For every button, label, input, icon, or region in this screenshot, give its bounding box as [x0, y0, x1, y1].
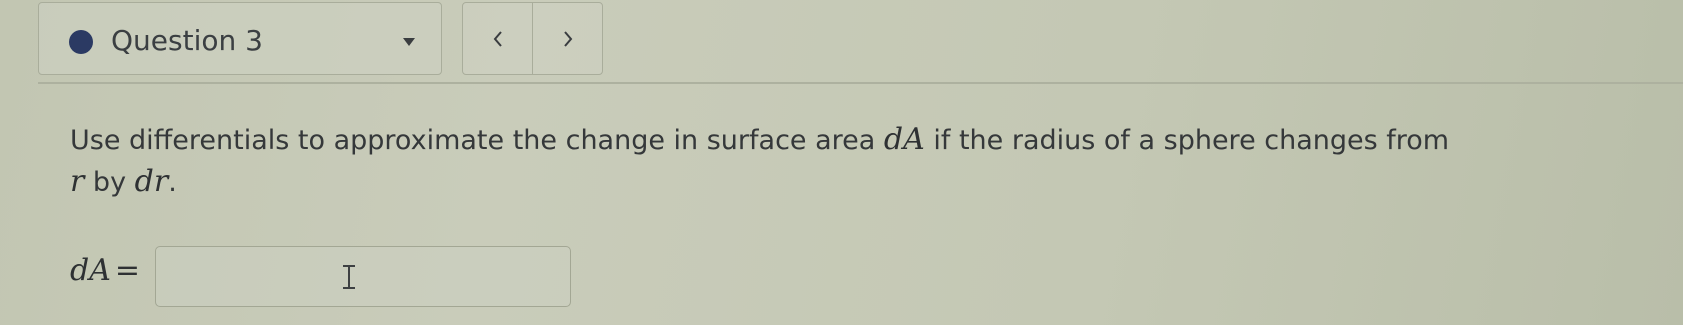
equals-sign: =	[114, 253, 141, 288]
answer-variable: dA	[70, 253, 111, 288]
header-divider	[38, 82, 1683, 84]
question-label: Question 3	[111, 24, 263, 57]
next-question-button[interactable]	[533, 3, 602, 74]
prompt-text-by: by	[84, 167, 135, 198]
caret-down-icon[interactable]	[403, 38, 415, 46]
question-navigation	[462, 2, 603, 75]
answer-input[interactable]	[155, 246, 571, 307]
math-dr: dr	[134, 164, 169, 199]
math-dA: dA	[883, 122, 925, 157]
previous-question-button[interactable]	[463, 3, 533, 74]
chevron-left-icon	[493, 30, 502, 47]
chevron-right-icon	[563, 30, 572, 47]
question-status-dot	[69, 30, 93, 54]
question-prompt-continued: r by dr.	[70, 164, 177, 201]
prompt-text-end: .	[168, 167, 177, 198]
prompt-text-middle: if the radius of a sphere changes from	[924, 125, 1450, 156]
answer-label: dA =	[70, 253, 140, 289]
math-r: r	[70, 164, 85, 199]
text-cursor-icon	[343, 265, 355, 289]
question-selector[interactable]: Question 3	[38, 2, 442, 75]
prompt-text: Use differentials to approximate the cha…	[70, 125, 884, 156]
question-prompt: Use differentials to approximate the cha…	[70, 122, 1449, 159]
